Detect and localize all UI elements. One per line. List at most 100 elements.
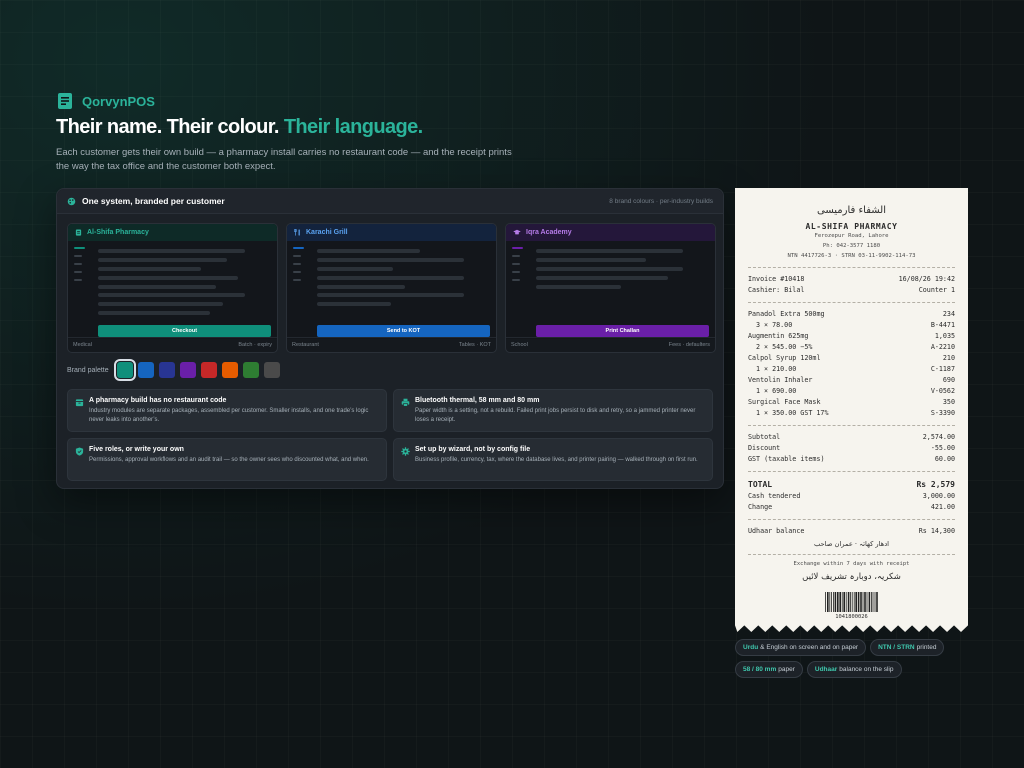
line-item-detail: 1 × 690.00 V-0562 <box>748 386 955 397</box>
line-item-detail: 2 × 545.00 −5% A-2210 <box>748 342 955 353</box>
tendered-label: Cash tendered <box>748 492 801 500</box>
divider <box>748 302 955 303</box>
build-card-restaurant[interactable]: Karachi Grill Send to KOT Restaurant Tab… <box>286 223 497 353</box>
item-qty: 3 × 78.00 <box>756 321 793 329</box>
feature-chips: Urdu & English on screen and on paper NT… <box>735 639 975 678</box>
feature-body: Paper width is a setting, not a rebuild.… <box>415 408 696 423</box>
build-preview: Checkout <box>68 241 277 339</box>
gst-label: GST (taxable items) <box>748 455 825 463</box>
panel-header: One system, branded per customer 8 brand… <box>57 189 723 214</box>
line-item: Surgical Face Mask 350 <box>748 397 955 408</box>
swatch-purple[interactable] <box>179 362 196 378</box>
tendered-row: Cash tendered 3,000.00 <box>748 491 955 502</box>
build-header: Iqra Academy <box>506 224 715 241</box>
build-footer: Restaurant Tables · KOT <box>287 337 496 352</box>
swatch-teal[interactable] <box>113 359 136 381</box>
item-qty: 1 × 690.00 <box>756 387 797 395</box>
graduation-cap-icon <box>513 229 521 235</box>
divider <box>748 519 955 520</box>
change-label: Change <box>748 503 773 511</box>
item-qty: 1 × 350.00 GST 17% <box>756 409 829 417</box>
item-name: Ventolin Inhaler <box>748 376 813 384</box>
panel-title: One system, branded per customer <box>67 196 225 206</box>
udhaar-label: Udhaar balance <box>748 527 805 535</box>
udhaar-row: Udhaar balance Rs 14,300 <box>748 526 955 537</box>
print-challan-button[interactable]: Print Challan <box>536 325 709 337</box>
total-value: Rs 2,579 <box>916 480 955 489</box>
item-name: Panadol Extra 500mg <box>748 310 825 318</box>
gear-icon <box>401 447 410 456</box>
build-features: Batch · expiry <box>238 342 272 348</box>
subtotal-row: Subtotal 2,574.00 <box>748 432 955 443</box>
divider <box>748 471 955 472</box>
divider <box>748 425 955 426</box>
divider <box>748 267 955 268</box>
feature-body: Industry modules are separate packages, … <box>89 408 369 423</box>
item-qty: 1 × 210.00 <box>756 365 797 373</box>
build-header: Karachi Grill <box>287 224 496 241</box>
receipt-icon <box>58 93 72 109</box>
page-subtitle: Each customer gets their own build — a p… <box>56 147 512 172</box>
barcode-graphic <box>824 592 878 612</box>
item-name: Augmentin 625mg <box>748 332 809 340</box>
line-item: Ventolin Inhaler 690 <box>748 375 955 386</box>
total-label: TOTAL <box>748 480 773 489</box>
discount-row: Discount -55.00 <box>748 443 955 454</box>
build-header: Al-Shifa Pharmacy <box>68 224 277 241</box>
build-card-school[interactable]: Iqra Academy Print Challan School Fees ·… <box>505 223 716 353</box>
panel-meta: 8 brand colours · per-industry builds <box>609 197 713 205</box>
discount-value: -55.00 <box>930 444 955 452</box>
receipt-address: Ferozepur Road, Lahore <box>814 233 889 239</box>
item-batch: V-0562 <box>930 387 955 395</box>
receipt-store-name: AL-SHIFA PHARMACY <box>805 222 898 231</box>
swatch-indigo[interactable] <box>158 362 175 378</box>
build-name: Karachi Grill <box>306 229 348 236</box>
gst-value: 60.00 <box>934 455 955 463</box>
chip-udhaar: Udhaar balance on the slip <box>806 661 902 678</box>
item-batch: S-3390 <box>930 409 955 417</box>
shield-icon <box>75 447 84 456</box>
chip-paper: 58 / 80 mm paper <box>735 661 803 678</box>
feature-body: Business profile, currency, tax, where t… <box>415 457 698 463</box>
receipt-phone: Ph: 042-3577 1180 <box>822 243 881 249</box>
swatch-blue[interactable] <box>137 362 154 378</box>
receipt-invoice-row: Invoice #10418 16/08/26 19:42 <box>748 274 955 285</box>
receipt-preview: الشفاء فارمیسی AL-SHIFA PHARMACY Ferozep… <box>735 188 968 632</box>
checkout-button[interactable]: Checkout <box>98 325 271 337</box>
swatch-red[interactable] <box>200 362 217 378</box>
invoice-datetime: 16/08/26 19:42 <box>898 275 955 283</box>
build-preview: Print Challan <box>506 241 715 339</box>
discount-label: Discount <box>748 444 781 452</box>
palette-label: Brand palette <box>67 366 109 374</box>
swatch-orange[interactable] <box>221 362 238 378</box>
brand-palette: Brand palette <box>67 359 280 381</box>
item-batch: B-4471 <box>930 321 955 329</box>
feature-card: Bluetooth thermal, 58 mm and 80 mm Paper… <box>393 389 713 432</box>
send-to-kot-button[interactable]: Send to KOT <box>317 325 490 337</box>
brand-name: QorvynPOS <box>82 93 155 109</box>
build-industry: School <box>511 342 528 348</box>
swatch-green[interactable] <box>242 362 259 378</box>
subtotal-label: Subtotal <box>748 433 781 441</box>
line-item: Calpol Syrup 120ml 210 <box>748 353 955 364</box>
line-item-detail: 1 × 210.00 C-1187 <box>748 364 955 375</box>
barcode <box>748 592 955 612</box>
build-industry: Restaurant <box>292 342 319 348</box>
item-name: Calpol Syrup 120ml <box>748 354 821 362</box>
panel-title-text: One system, branded per customer <box>82 196 225 206</box>
feature-title: A pharmacy build has no restaurant code <box>89 397 227 404</box>
build-card-pharmacy[interactable]: Al-Shifa Pharmacy Checkout Medical Batch… <box>67 223 278 353</box>
printer-icon <box>401 398 410 407</box>
receipt-tax-ids: NTN 4417726-3 · STRN 03-11-9902-114-73 <box>787 253 916 259</box>
invoice-number: Invoice #10418 <box>748 275 805 283</box>
build-name: Al-Shifa Pharmacy <box>87 229 149 236</box>
item-amount: 350 <box>942 398 955 406</box>
feature-card: A pharmacy build has no restaurant code … <box>67 389 387 432</box>
udhaar-urdu: ادھار کھاتہ · عمران صاحب <box>813 540 890 548</box>
barcode-number: 1041800026 <box>835 614 868 620</box>
swatch-grey[interactable] <box>263 362 280 378</box>
exchange-policy: Exchange within 7 days with receipt <box>793 561 910 567</box>
chip-tax: NTN / STRN printed <box>870 639 945 656</box>
feature-title: Five roles, or write your own <box>89 446 184 453</box>
feature-body: Permissions, approval workflows and an a… <box>89 457 369 463</box>
